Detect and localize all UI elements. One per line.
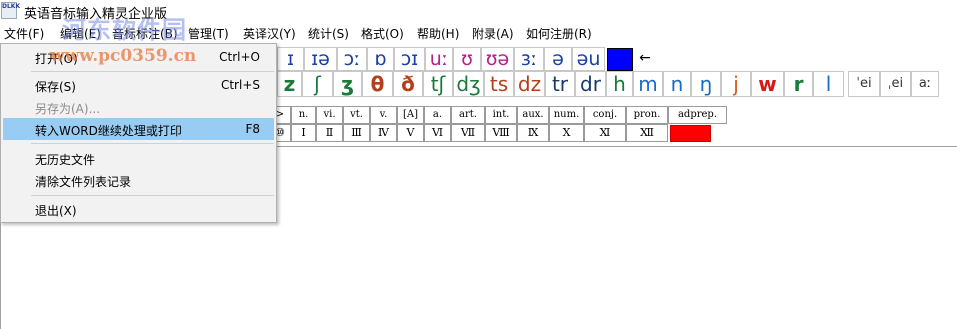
pos-button[interactable]: v.	[370, 106, 397, 124]
ipa-key[interactable]: w	[751, 71, 784, 97]
ipa-key[interactable]: ð	[393, 71, 423, 97]
ipa-key[interactable]: dz	[514, 71, 545, 97]
ipa-key[interactable]: ɪə	[304, 47, 337, 71]
long-vowel-key[interactable]: aː	[911, 71, 939, 97]
pos-button[interactable]: n.	[291, 106, 316, 124]
ipa-key[interactable]: ʊə	[481, 47, 514, 71]
ipa-key[interactable]: ts	[484, 71, 514, 97]
ipa-key[interactable]: m	[633, 71, 663, 97]
ipa-key[interactable]: z	[277, 71, 302, 97]
ipa-key[interactable]: r	[784, 71, 813, 97]
numbering-button[interactable]: Ⅸ	[517, 124, 549, 142]
menu-save-label: 保存(S)	[35, 80, 76, 94]
pos-button[interactable]: adprep.	[668, 106, 727, 124]
ipa-key[interactable]: j	[721, 71, 751, 97]
ipa-key[interactable]: h	[606, 71, 633, 97]
pos-button[interactable]: conj.	[584, 106, 626, 124]
menu-no-history[interactable]: 无历史文件	[3, 147, 274, 169]
menu-no-history-label: 无历史文件	[35, 153, 96, 167]
numbering-button[interactable]: Ⅲ	[343, 124, 370, 142]
watermark-site-name: 河东软件园	[62, 16, 187, 44]
menu-separator	[31, 195, 274, 196]
numbering-button[interactable]: Ⅷ	[485, 124, 517, 142]
menu-save-as: 另存为(A)...	[3, 96, 274, 118]
ipa-key[interactable]: ʒ	[333, 71, 362, 97]
pos-button[interactable]: art.	[451, 106, 485, 124]
pos-button[interactable]: pron.	[626, 106, 668, 124]
numbering-button[interactable]: Ⅻ	[626, 124, 668, 142]
menu-statistics[interactable]: 统计(S)	[308, 25, 349, 42]
ipa-key[interactable]: dr	[575, 71, 606, 97]
menu-exit[interactable]: 退出(X)	[3, 198, 274, 220]
numbering-button[interactable]: Ⅳ	[370, 124, 397, 142]
menu-separator	[31, 143, 274, 144]
ipa-key[interactable]: dʒ	[453, 71, 484, 97]
ipa-key[interactable]: tʃ	[423, 71, 453, 97]
menu-format[interactable]: 格式(O)	[361, 25, 404, 42]
menu-clear-file-list[interactable]: 清除文件列表记录	[3, 169, 274, 191]
menu-clear-file-list-label: 清除文件列表记录	[35, 175, 132, 189]
menu-export-word[interactable]: 转入WORD继续处理或打印 F8	[3, 118, 274, 140]
menu-export-word-label: 转入WORD继续处理或打印	[35, 124, 182, 138]
ipa-key[interactable]: ɔː	[337, 47, 367, 71]
ipa-key[interactable]: ɜː	[514, 47, 544, 71]
numbering-button[interactable]: Ⅱ	[316, 124, 343, 142]
red-color-swatch[interactable]	[670, 125, 711, 142]
file-menu-dropdown: 打开(O) Ctrl+O 保存(S) Ctrl+S 另存为(A)... 转入WO…	[0, 43, 277, 223]
numbering-button[interactable]: Ⅰ	[291, 124, 316, 142]
menu-save-as-label: 另存为(A)...	[35, 102, 101, 116]
pos-button[interactable]: [A]	[397, 106, 424, 124]
stress-secondary-key[interactable]: ˌei	[880, 71, 911, 97]
menu-open-shortcut: Ctrl+O	[219, 50, 260, 64]
ipa-key[interactable]: ʃ	[302, 71, 333, 97]
ipa-key[interactable]: ɒ	[367, 47, 394, 71]
menu-file[interactable]: 文件(F)	[4, 25, 44, 42]
ipa-key[interactable]: ɪ	[277, 47, 304, 71]
numbering-button[interactable]: Ⅵ	[424, 124, 451, 142]
pos-button[interactable]: vi.	[316, 106, 343, 124]
app-icon: DLKK	[1, 2, 20, 19]
menu-exit-label: 退出(X)	[35, 204, 77, 218]
menu-help[interactable]: 帮助(H)	[417, 25, 459, 42]
ipa-key[interactable]: tr	[545, 71, 575, 97]
blue-color-swatch[interactable]	[607, 48, 633, 71]
watermark-url: www.pc0359.cn	[50, 46, 197, 66]
numbering-button[interactable]: Ⅶ	[451, 124, 485, 142]
backspace-arrow-icon[interactable]: ←	[633, 47, 657, 71]
pos-button[interactable]: num.	[549, 106, 584, 124]
ipa-key[interactable]: l	[813, 71, 844, 97]
pos-button[interactable]: int.	[485, 106, 517, 124]
menu-save-shortcut: Ctrl+S	[220, 78, 260, 92]
menu-manage[interactable]: 管理(T)	[188, 25, 229, 42]
menu-export-word-shortcut: F8	[245, 122, 260, 136]
pos-button[interactable]: a.	[424, 106, 451, 124]
ipa-key[interactable]: əu	[572, 47, 605, 71]
menu-separator	[31, 71, 274, 72]
menu-save[interactable]: 保存(S) Ctrl+S	[3, 74, 274, 96]
numbering-button[interactable]: Ⅹ	[549, 124, 584, 142]
numbering-button[interactable]: Ⅴ	[397, 124, 424, 142]
stress-primary-key[interactable]: ˈei	[848, 71, 880, 97]
ipa-key[interactable]: ɔɪ	[394, 47, 425, 71]
ipa-key[interactable]: n	[663, 71, 691, 97]
pos-button[interactable]: aux.	[517, 106, 549, 124]
ipa-key[interactable]: uː	[425, 47, 453, 71]
menu-appendix[interactable]: 附录(A)	[472, 25, 514, 42]
menu-translate[interactable]: 英译汉(Y)	[243, 25, 296, 42]
ipa-key[interactable]: θ	[362, 71, 393, 97]
numbering-button[interactable]: Ⅺ	[584, 124, 626, 142]
menu-how-to-register[interactable]: 如何注册(R)	[526, 25, 592, 42]
ipa-key[interactable]: ʊ	[453, 47, 481, 71]
ipa-key[interactable]: ə	[544, 47, 572, 71]
pos-button[interactable]: vt.	[343, 106, 370, 124]
ipa-key[interactable]: ŋ	[691, 71, 721, 97]
